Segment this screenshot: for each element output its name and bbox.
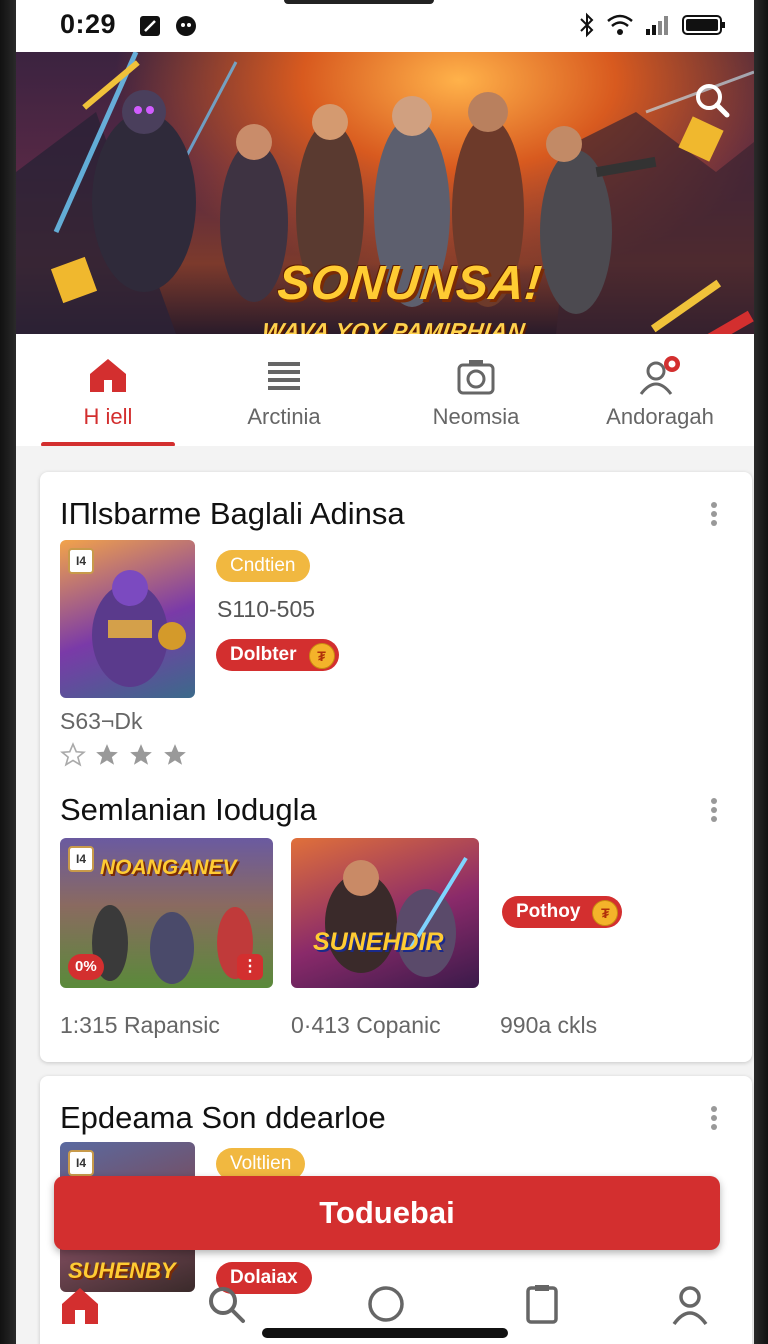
category-tag: Cndtien [216,550,310,582]
stat-text: 990a ckls [500,1012,598,1038]
edit-notification-icon [140,16,160,36]
download-button[interactable]: Dolbter ₮ [216,639,339,671]
tab-label: Andoragah [606,404,714,429]
coin-icon: ₮ [308,643,335,669]
tab-label: Arctinia [247,404,321,429]
game-thumbnail[interactable]: SUNEHDIR [291,838,479,988]
thumbnail-art [325,856,468,977]
signal-icon [646,16,668,35]
device-notch [284,0,434,4]
star-filled-icon [96,744,118,765]
more-badge-icon[interactable]: ⋮ [237,954,263,980]
hero-subtitle: WAVA YOY PAMIRHIAN [260,318,527,334]
stat-text: 1:315 Rapansic [60,1012,220,1038]
tab-label: Neomsia [432,404,520,429]
game-thumbnail[interactable]: I4 NOANGANEV 0% ⋮ [60,838,273,988]
profile-icon[interactable] [668,1282,712,1326]
more-options-icon[interactable] [710,502,718,528]
search-icon[interactable] [692,80,732,120]
tab-bar: H iell Arctinia Neomsia Andoragah [16,334,754,447]
status-time: 0:29 [60,9,117,39]
app-notification-icon [176,16,196,36]
section-title: Semlanian Iodugla [60,792,317,827]
search-icon[interactable] [204,1282,248,1326]
circle-icon[interactable] [364,1282,408,1326]
stat-text: 0·413 Copanic [291,1012,441,1038]
tab-label: H iell [83,404,133,429]
section-title: IΠlsbarme Baglali Adinsa [60,496,405,531]
device-bezel-right [754,0,768,1344]
camera-icon [457,360,495,395]
gesture-bar[interactable] [262,1328,508,1338]
rating-badge: I4 [68,846,94,872]
battery-icon [682,15,725,35]
wifi-icon [607,14,633,35]
play-button-label: Pothoy [516,901,581,922]
thumbnail-title: NOANGANEV [100,856,237,879]
section-card: IΠlsbarme Baglali Adinsa I4 Cndtien S110… [40,472,752,1062]
clipboard-icon[interactable] [520,1282,564,1326]
bluetooth-icon [580,12,594,38]
star-rating [60,742,188,768]
phone-screen: 0:29 SONUNSA! WAVA YOY PAMIRHIAN H iell … [0,0,768,1344]
thumbnail-title: SUNEHDIR [313,928,444,956]
download-button-label: Dolbter [230,644,297,665]
rating-badge: I4 [68,1150,94,1176]
tab-neomsia[interactable]: Neomsia [426,334,526,446]
list-icon [268,362,300,390]
star-filled-icon [164,744,186,765]
home-icon [90,359,126,392]
hero-title: SONUNSA! [275,257,545,310]
download-count: S63¬Dk [60,708,143,734]
star-filled-icon [130,744,152,765]
game-thumbnail[interactable]: I4 [60,540,195,698]
status-icons [578,12,726,38]
discount-badge: 0% [68,954,104,980]
tab-home[interactable]: H iell [58,334,158,446]
tab-andoragah[interactable]: Andoragah [602,334,718,446]
section-title: Epdeama Son ddearloe [60,1100,386,1135]
star-empty-icon [60,742,86,767]
rating-badge: I4 [68,548,94,574]
tab-arctinia[interactable]: Arctinia [234,334,334,446]
price-text: S110-505 [217,596,316,622]
hero-banner[interactable]: SONUNSA! WAVA YOY PAMIRHIAN [16,52,754,334]
status-bar: 0:29 [16,0,754,52]
more-options-icon[interactable] [710,798,718,824]
play-button[interactable]: Pothoy ₮ [502,896,623,928]
device-bezel-left [0,0,16,1344]
coin-icon: ₮ [592,900,619,926]
primary-cta-button[interactable]: Toduebai [54,1176,720,1250]
home-icon[interactable] [58,1282,102,1326]
profile-notification-icon [639,356,680,395]
more-options-icon[interactable] [710,1106,718,1132]
